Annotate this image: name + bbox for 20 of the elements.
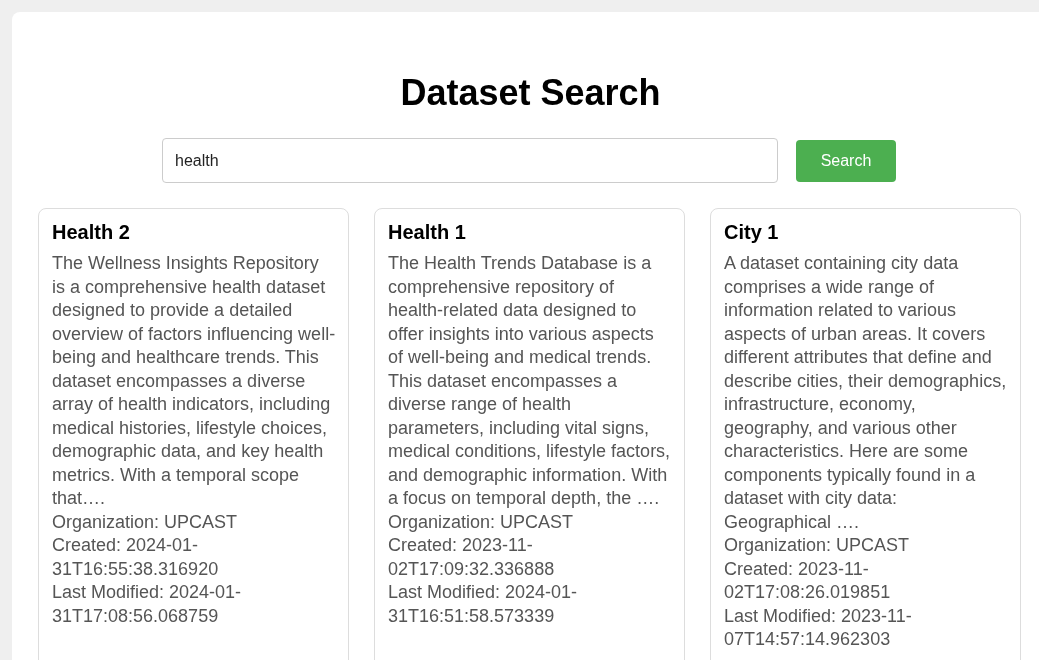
- dataset-card[interactable]: [374, 208, 685, 660]
- search-field[interactable]: health: [162, 138, 778, 183]
- organization-text: Organization: UPCAST: [388, 510, 575, 534]
- dataset-card[interactable]: [710, 208, 1021, 660]
- dataset-description: The Wellness Insights Repository is a comprehensive health dataset designed to provide a detailed overview of factors influencing well-being and healthcare trends. This dataset encompasses a diverse array of health indicators, including medical histories, lifestyle choices, demographic data, and key health metrics. With a temporal scope that….: [52, 252, 336, 510]
- dataset-title: Health 1: [388, 221, 467, 244]
- created-date: Created: 2023-11-02T17:08:26.019851: [724, 557, 892, 604]
- modified-date: Last Modified: 2024-01-31T17:08:56.068759: [52, 581, 243, 628]
- created-date: Created: 2024-01-31T16:55:38.316920: [52, 534, 220, 581]
- created-date: Created: 2023-11-02T17:09:32.336888: [388, 534, 556, 581]
- modified-date: Last Modified: 2024-01-31T16:51:58.573339: [388, 581, 579, 628]
- organization-text: Organization: UPCAST: [52, 510, 239, 534]
- dataset-card[interactable]: [38, 208, 349, 660]
- modified-date: Last Modified: 2023-11-07T14:57:14.962303: [724, 604, 913, 651]
- dataset-title: Health 2: [52, 221, 131, 244]
- dataset-description: The Health Trends Database is a comprehensive repository of health-related data designed to offer insights into various aspects of well-being and medical trends. This dataset encompasses a diverse range of health parameters, including vital signs, medical conditions, lifestyle factors, and demographic information. With a focus on temporal depth, the ….: [388, 252, 672, 510]
- page-title: Dataset Search: [399, 72, 662, 114]
- organization-text: Organization: UPCAST: [724, 534, 911, 557]
- dataset-title: City 1: [724, 221, 780, 244]
- dataset-description: A dataset containing city data comprises a wide range of information related to various aspects of urban areas. It covers different attributes that define and describe cities, their demographics, infrastructure, economy, geography, and various other characteristics. Here are some components typically found in a dataset with city data: Geographical ….: [724, 252, 1008, 534]
